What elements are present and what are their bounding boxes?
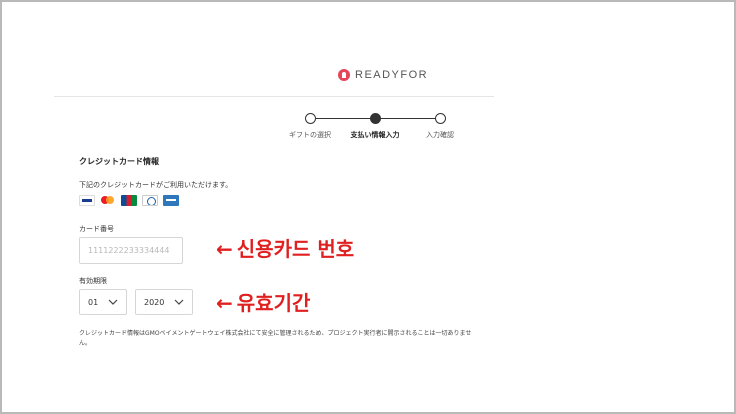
arrow-left-icon: ← xyxy=(216,237,233,261)
step-dot-payment xyxy=(370,113,381,124)
security-notice: クレジットカード情報はGMOペイメントゲートウェイ株式会社にて安全に管理されるた… xyxy=(79,330,472,347)
step-label-confirm: 入力確認 xyxy=(426,131,454,139)
chevron-down-icon xyxy=(174,299,184,305)
annotation-card-number-text: 신용카드 번호 xyxy=(236,237,355,261)
step-label-gift: ギフトの選択 xyxy=(289,131,331,139)
mastercard-icon xyxy=(100,195,116,206)
annotation-expiry-text: 유효기간 xyxy=(236,291,311,315)
arrow-left-icon: ← xyxy=(216,291,233,315)
header-divider xyxy=(54,96,494,97)
visa-icon xyxy=(79,195,95,206)
logo-text: READYFOR xyxy=(355,69,429,81)
screen-frame xyxy=(0,0,736,414)
amex-icon xyxy=(163,195,179,206)
step-label-payment: 支払い情報入力 xyxy=(350,131,400,139)
section-title: クレジットカード情報 xyxy=(79,157,159,166)
annotation-card-number: ← 신용카드 번호 xyxy=(216,233,354,262)
step-connector xyxy=(381,118,439,119)
chevron-down-icon xyxy=(108,299,118,305)
progress-steps: ギフトの選択 支払い情報入力 入力確認 xyxy=(285,112,475,142)
readyfor-logo-icon xyxy=(338,69,350,81)
card-brand-list xyxy=(79,195,179,206)
card-number-label: カード番号 xyxy=(79,225,114,233)
card-number-input[interactable] xyxy=(79,237,183,264)
jcb-icon xyxy=(121,195,137,206)
available-cards-text: 下記のクレジットカードがご利用いただけます。 xyxy=(79,181,233,189)
diners-icon xyxy=(142,195,158,206)
expiry-year-select[interactable]: 2020 xyxy=(135,289,193,315)
expiry-month-select[interactable]: 01 xyxy=(79,289,127,315)
step-connector xyxy=(316,118,374,119)
step-dot-confirm xyxy=(435,113,446,124)
expiry-month-value: 01 xyxy=(88,297,99,307)
expiry-year-value: 2020 xyxy=(144,297,165,307)
expiry-label: 有効期限 xyxy=(79,277,107,285)
annotation-expiry: ← 유효기간 xyxy=(216,287,310,316)
step-dot-gift xyxy=(305,113,316,124)
brand-logo[interactable]: READYFOR xyxy=(338,67,428,83)
